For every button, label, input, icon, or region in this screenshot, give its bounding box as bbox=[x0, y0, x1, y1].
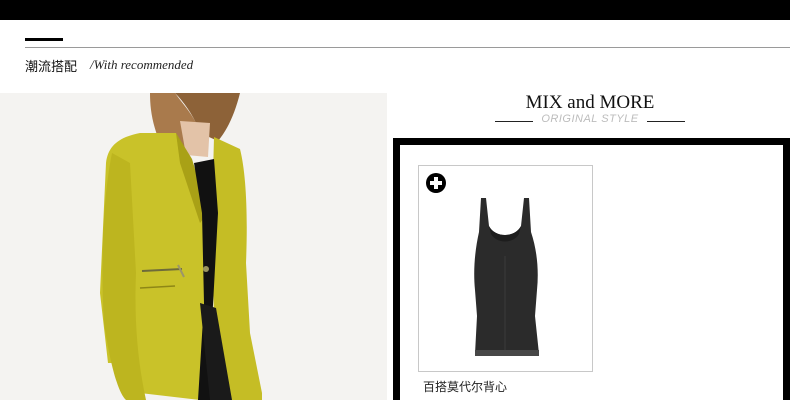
tank-top-image bbox=[474, 198, 539, 356]
section-title-en: /With recommended bbox=[90, 57, 194, 72]
section-divider bbox=[25, 47, 790, 48]
top-bar bbox=[0, 0, 790, 20]
mix-subtitle-text: ORIGINAL STYLE bbox=[541, 113, 639, 125]
mix-subtitle: ORIGINAL STYLE bbox=[495, 113, 685, 129]
section-title-cn: 潮流搭配 bbox=[25, 60, 78, 75]
subtitle-line-left bbox=[495, 121, 533, 122]
product-card[interactable] bbox=[418, 165, 593, 372]
model-photo bbox=[0, 93, 387, 400]
product-name[interactable]: 百搭莫代尔背心 bbox=[423, 378, 507, 395]
mix-title: MIX and MORE bbox=[525, 92, 655, 113]
section-accent-line bbox=[25, 38, 63, 41]
subtitle-line-right bbox=[647, 121, 685, 122]
